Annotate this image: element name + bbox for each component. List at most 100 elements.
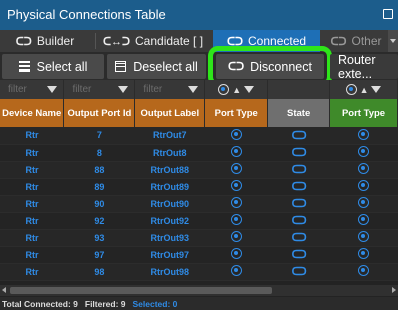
label-filter[interactable]: filter	[134, 80, 206, 99]
signal-icon: ▲	[359, 84, 369, 95]
target-icon	[358, 214, 370, 225]
connections-table: filter filter filter ▲ ▲ Device Name Out…	[0, 80, 398, 281]
link-icon: ᑕᑐ	[291, 249, 307, 261]
select-all-button[interactable]: Select all	[2, 54, 104, 79]
column-header-port-type[interactable]: Port Type	[204, 99, 269, 127]
device-name-cell: Rtr	[0, 263, 64, 281]
port-type-cell	[204, 195, 268, 213]
state-cell: ᑕᑐ	[267, 178, 330, 196]
scroll-left-icon[interactable]	[2, 287, 6, 293]
filter-icon[interactable]	[118, 86, 129, 93]
link-icon: ᑕᑐ	[291, 129, 307, 142]
list-icon	[18, 61, 30, 72]
port-type-cell	[204, 229, 268, 247]
table-row[interactable]: Rtr 92 RtrOut92 ᑕᑐ	[0, 212, 398, 230]
state-cell: ᑕᑐ	[267, 144, 330, 162]
column-header-port-type-input[interactable]: Port Type	[329, 99, 398, 127]
tab-other[interactable]: ᑕᑐ Other	[324, 30, 388, 52]
column-header-output-port-id[interactable]: Output Port Id	[63, 99, 136, 127]
deselect-all-button[interactable]: Deselect all	[107, 54, 206, 79]
scrollbar-thumb[interactable]	[10, 287, 272, 294]
output-label-cell: RtrOut98	[134, 263, 205, 281]
link-icon: ᑕᑐ	[291, 215, 307, 227]
target-icon	[358, 163, 370, 174]
port-type-cell	[204, 127, 268, 145]
output-label-cell: RtrOut8	[134, 144, 205, 162]
port-type-cell	[204, 144, 268, 162]
port-id-filter[interactable]: filter	[63, 80, 136, 99]
output-port-id-cell: 7	[63, 127, 135, 145]
tab-label: Other	[351, 34, 382, 48]
output-label-cell: RtrOut93	[134, 229, 205, 247]
input-port-type-cell	[329, 212, 398, 230]
tab-label: Candidate [ ]	[135, 34, 204, 48]
output-port-id-cell: 98	[63, 263, 135, 281]
link-icon: ᑕᑐ	[291, 232, 307, 244]
table-row[interactable]: Rtr 8 RtrOut8 ᑕᑐ	[0, 144, 398, 162]
target-icon	[230, 180, 242, 191]
tab-connected[interactable]: ᑕᑐ Connected	[213, 30, 320, 52]
column-header-output-label[interactable]: Output Label	[134, 99, 206, 127]
link-icon: ᑕᑐ	[291, 147, 307, 159]
target-icon	[230, 265, 242, 276]
output-port-id-cell: 92	[63, 212, 135, 230]
output-port-id-cell: 90	[63, 195, 135, 213]
table-row[interactable]: Rtr 89 RtrOut89 ᑕᑐ	[0, 178, 398, 196]
router-extension-button[interactable]: Router exte...	[330, 53, 398, 81]
window-menu-icon[interactable]	[383, 9, 393, 19]
link-icon: ᑕᑐ	[291, 198, 307, 210]
tab-overflow-button[interactable]	[388, 30, 398, 52]
output-label-cell: RtrOut97	[134, 246, 205, 264]
tab-label: Connected	[248, 34, 307, 48]
device-name-cell: Rtr	[0, 161, 64, 179]
device-filter[interactable]: filter	[0, 80, 65, 99]
table-row[interactable]: Rtr 97 RtrOut97 ᑕᑐ	[0, 246, 398, 264]
input-port-type-cell	[329, 263, 398, 281]
filter-icon[interactable]	[244, 86, 255, 93]
target-icon	[230, 231, 242, 242]
state-cell: ᑕᑐ	[267, 127, 330, 145]
link-icon: ᑕᑐ	[228, 61, 245, 73]
state-cell: ᑕᑐ	[267, 212, 330, 230]
target-icon	[218, 84, 230, 95]
tab-divider	[95, 33, 96, 49]
port-type-right-filter[interactable]: ▲	[329, 80, 398, 99]
tab-builder[interactable]: ᑕᑐ Builder	[0, 30, 90, 52]
disconnect-button[interactable]: ᑕᑐ Disconnect	[208, 46, 332, 87]
output-port-id-cell: 93	[63, 229, 135, 247]
filter-icon[interactable]	[188, 86, 199, 93]
signal-icon: ▲	[232, 84, 242, 95]
target-icon	[358, 128, 370, 140]
tab-label: Builder	[36, 34, 75, 48]
target-icon	[358, 180, 370, 191]
column-header-device-name[interactable]: Device Name	[0, 99, 65, 127]
port-type-cell	[204, 161, 268, 179]
filter-placeholder: filter	[72, 84, 92, 95]
column-header-state[interactable]: State	[267, 99, 331, 127]
target-icon	[358, 248, 370, 259]
tab-candidate[interactable]: ᑕ↔ᑐ Candidate [ ]	[97, 30, 209, 52]
target-icon	[230, 197, 242, 208]
state-cell: ᑕᑐ	[267, 246, 330, 264]
target-icon	[230, 146, 242, 157]
table-row[interactable]: Rtr 98 RtrOut98 ᑕᑐ	[0, 263, 398, 281]
table-row[interactable]: Rtr 88 RtrOut88 ᑕᑐ	[0, 161, 398, 179]
device-name-cell: Rtr	[0, 178, 64, 196]
link-icon: ᑕᑐ	[291, 164, 307, 176]
table-row[interactable]: Rtr 90 RtrOut90 ᑕᑐ	[0, 195, 398, 213]
filtered-count: Filtered: 9	[84, 298, 126, 309]
port-type-filter[interactable]: ▲	[204, 80, 269, 99]
horizontal-scrollbar[interactable]	[0, 285, 398, 296]
output-label-cell: RtrOut88	[134, 161, 205, 179]
table-row[interactable]: Rtr 7 RtrOut7 ᑕᑐ	[0, 127, 398, 145]
table-row[interactable]: Rtr 93 RtrOut93 ᑕᑐ	[0, 229, 398, 247]
filter-icon[interactable]	[371, 86, 382, 93]
scroll-right-icon[interactable]	[392, 287, 396, 293]
device-name-cell: Rtr	[0, 195, 64, 213]
filter-icon[interactable]	[47, 86, 58, 93]
device-name-cell: Rtr	[0, 246, 64, 264]
filter-placeholder: filter	[8, 84, 27, 95]
target-icon	[358, 197, 370, 208]
device-name-cell: Rtr	[0, 212, 64, 230]
state-cell: ᑕᑐ	[267, 229, 330, 247]
